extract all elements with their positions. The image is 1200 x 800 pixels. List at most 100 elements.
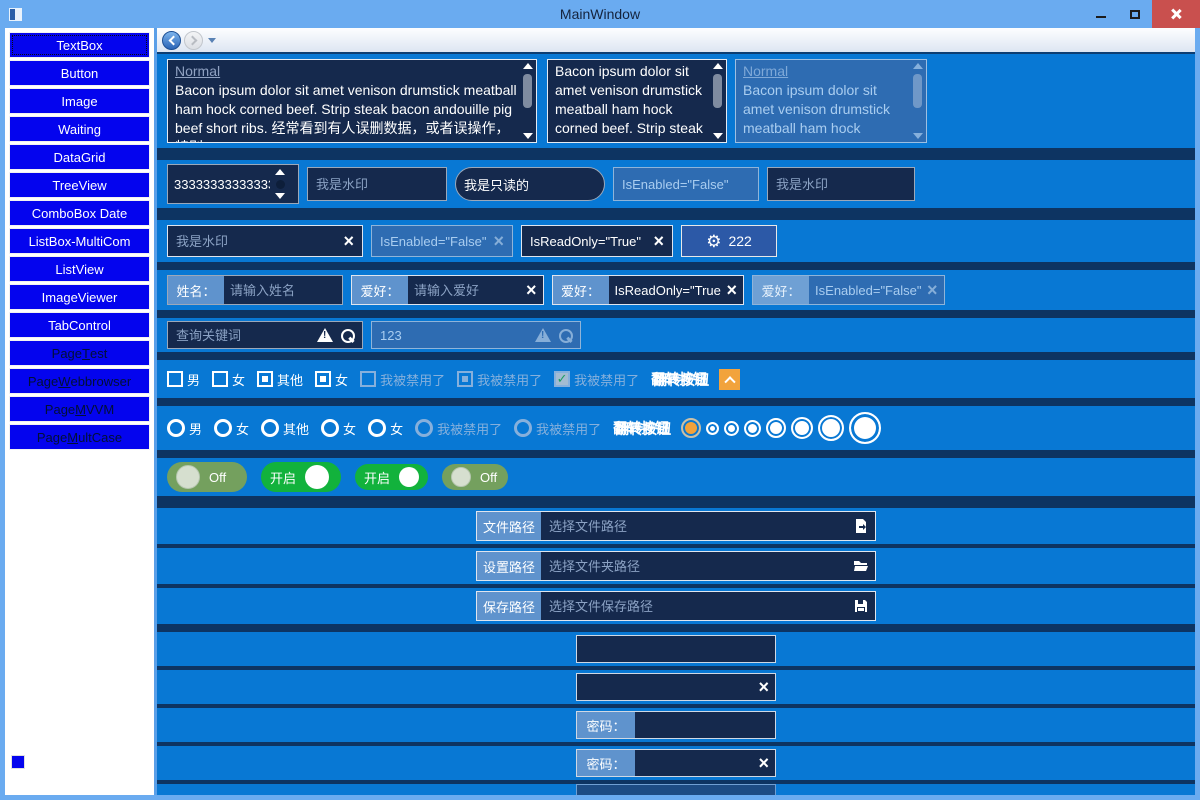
sidebar-item-datagrid[interactable]: DataGrid [9, 144, 150, 170]
gear-button[interactable]: ⚙ 222 [681, 225, 777, 257]
watermark-textbox[interactable] [307, 167, 447, 201]
radio-size-6[interactable] [818, 415, 844, 441]
expander-button[interactable] [719, 369, 740, 390]
sidebar-item-treeview[interactable]: TreeView [9, 172, 150, 198]
toggle-on-large[interactable]: 开启 [261, 462, 341, 492]
toggle-on-small[interactable]: 开启 [355, 464, 428, 490]
sidebar-item-button[interactable]: Button [9, 60, 150, 86]
sidebar-item-pagetest[interactable]: PageTest [9, 340, 150, 366]
sidebar-item-listbox-multicom[interactable]: ListBox-MultiCom [9, 228, 150, 254]
sidebar-item-pagemvvm[interactable]: PageMVVM [9, 396, 150, 422]
maximize-button[interactable] [1118, 0, 1152, 28]
textarea-plain[interactable]: Bacon ipsum dolor sit amet venison drums… [547, 59, 727, 143]
watermark-input[interactable] [316, 177, 438, 192]
sidebar-item-pagemultcase[interactable]: PageMultCase [9, 424, 150, 450]
toggle-off-large[interactable]: Off [167, 462, 247, 492]
scrollbar[interactable] [520, 61, 535, 141]
file-path-field[interactable]: 文件路径 [476, 511, 876, 541]
sidebar-item-textbox[interactable]: TextBox [9, 32, 150, 58]
scroll-thumb[interactable] [713, 74, 722, 108]
password-input[interactable] [577, 636, 775, 662]
checkbox-other[interactable]: 其他 [257, 370, 303, 389]
hobby-field[interactable]: 爱好： × [351, 275, 544, 305]
radio-size-4[interactable] [766, 418, 786, 438]
browse-file-button[interactable] [847, 512, 875, 540]
save-file-button[interactable] [847, 592, 875, 620]
spinner-down-icon[interactable] [275, 193, 285, 199]
spinner-up-icon[interactable] [275, 169, 285, 175]
textarea-normal[interactable]: NormalBacon ipsum dolor sit amet venison… [167, 59, 537, 143]
password-field-clearable[interactable]: × [576, 673, 776, 701]
radio-orange-selected[interactable] [681, 418, 701, 438]
scroll-up-icon[interactable] [713, 63, 723, 69]
password-field-labeled-clearable[interactable]: 密码： × [576, 749, 776, 777]
clear-icon[interactable]: × [653, 232, 664, 250]
minimize-button[interactable] [1084, 0, 1118, 28]
radio-size-3[interactable] [744, 420, 761, 437]
clear-icon[interactable]: × [526, 281, 537, 299]
watermark-textbox[interactable] [767, 167, 915, 201]
password-field-plain[interactable] [576, 635, 776, 663]
file-path-input[interactable] [541, 512, 847, 540]
radio-size-1[interactable] [706, 422, 719, 435]
folder-path-input[interactable] [541, 552, 847, 580]
search-box[interactable]: ! [167, 321, 363, 349]
name-field[interactable]: 姓名： [167, 275, 343, 305]
sidebar-item-image[interactable]: Image [9, 88, 150, 114]
scroll-down-icon[interactable] [713, 133, 723, 139]
scroll-down-icon[interactable] [523, 133, 533, 139]
radio-female3[interactable]: 女 [368, 419, 403, 438]
readonly-input[interactable] [609, 276, 727, 304]
radio-size-5[interactable] [791, 417, 813, 439]
password-field-labeled[interactable]: 密码： [576, 711, 776, 739]
password-input[interactable] [635, 712, 775, 738]
scrollbar[interactable] [710, 61, 725, 141]
sidebar-item-waiting[interactable]: Waiting [9, 116, 150, 142]
back-button[interactable] [162, 31, 181, 50]
password-input[interactable] [577, 674, 758, 700]
spinner-input[interactable] [174, 177, 270, 192]
readonly-input[interactable] [530, 234, 647, 249]
clearable-input[interactable] [176, 234, 337, 249]
checkbox-female[interactable]: 女 [212, 370, 245, 389]
toggle-off-small[interactable]: Off [442, 464, 508, 490]
clearable-textbox[interactable]: × [167, 225, 363, 257]
radio-size-7[interactable] [849, 412, 881, 444]
checkbox-male[interactable]: 男 [167, 370, 200, 389]
hobby-input[interactable] [408, 276, 526, 304]
sidebar-item-listview[interactable]: ListView [9, 256, 150, 282]
clear-icon[interactable]: × [758, 678, 769, 696]
sidebar-item-imageviewer[interactable]: ImageViewer [9, 284, 150, 310]
clipped-field[interactable] [576, 784, 776, 795]
radio-male[interactable]: 男 [167, 419, 202, 438]
browse-folder-button[interactable] [847, 552, 875, 580]
scroll-up-icon[interactable] [523, 63, 533, 69]
number-spinner[interactable] [167, 164, 299, 204]
save-path-field[interactable]: 保存路径 [476, 591, 876, 621]
readonly-pill-textbox[interactable] [455, 167, 605, 201]
sidebar-item-tabcontrol[interactable]: TabControl [9, 312, 150, 338]
clearable-textbox-readonly[interactable]: × [521, 225, 673, 257]
radio-size-2[interactable] [724, 421, 739, 436]
folder-path-field[interactable]: 设置路径 [476, 551, 876, 581]
spinner-drag-dot[interactable] [276, 180, 285, 189]
sidebar-item-pagewebbrowser[interactable]: PageWebbrowser [9, 368, 150, 394]
sidebar-item-combobox-date[interactable]: ComboBox Date [9, 200, 150, 226]
clear-icon[interactable]: × [758, 754, 769, 772]
hobby-field-readonly[interactable]: 爱好： × [552, 275, 745, 305]
search-icon[interactable] [341, 329, 354, 342]
scroll-thumb[interactable] [523, 74, 532, 108]
nav-dropdown-icon[interactable] [208, 38, 216, 43]
checkbox-female2[interactable]: 女 [315, 370, 348, 389]
clear-icon[interactable]: × [343, 232, 354, 250]
radio-female[interactable]: 女 [214, 419, 249, 438]
search-input[interactable] [176, 328, 313, 343]
close-button[interactable] [1152, 0, 1200, 28]
password-input[interactable] [635, 750, 758, 776]
watermark-input[interactable] [776, 177, 906, 192]
radio-other[interactable]: 其他 [261, 419, 309, 438]
radio-female2[interactable]: 女 [321, 419, 356, 438]
save-path-input[interactable] [541, 592, 847, 620]
clear-icon[interactable]: × [727, 281, 738, 299]
readonly-input[interactable] [464, 177, 596, 192]
